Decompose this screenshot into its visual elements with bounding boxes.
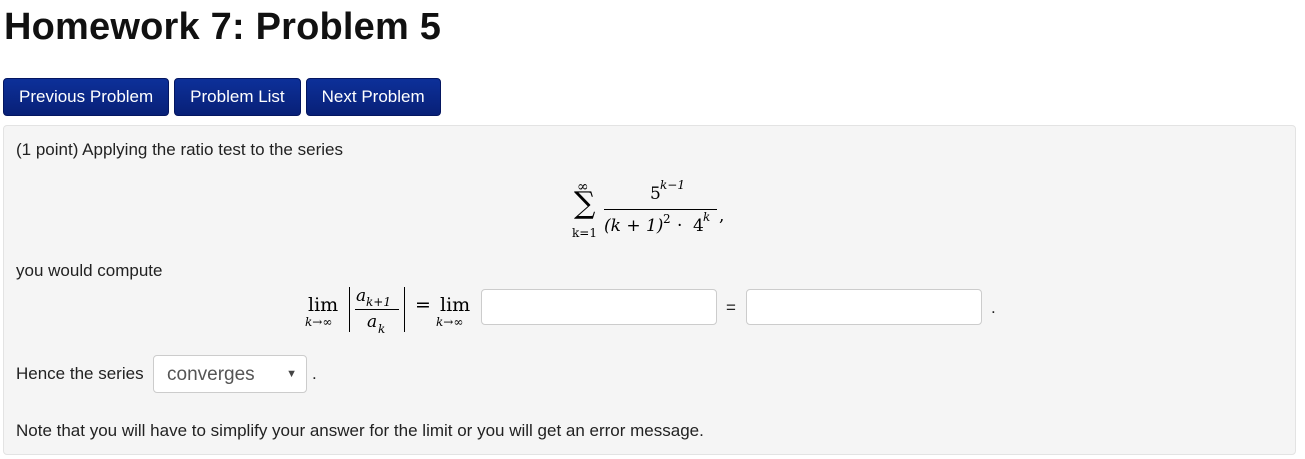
ratio-denominator-subscript: k <box>378 322 386 336</box>
next-problem-button[interactable]: Next Problem <box>305 78 441 116</box>
limit-period: . <box>991 298 996 317</box>
abs-bar-left <box>349 287 350 332</box>
hence-period: . <box>312 364 317 383</box>
limit-word: lim <box>308 294 339 316</box>
abs-bar-right <box>404 287 405 332</box>
series-denominator-base: (k + 1) <box>604 216 664 236</box>
series-denominator-dot: · <box>677 216 683 236</box>
limit-equals: = <box>415 294 431 316</box>
note-text: Note that you will have to simplify your… <box>16 421 704 440</box>
limit-value-input[interactable] <box>746 289 982 325</box>
answer-equals-sign: = <box>726 298 736 317</box>
ratio-denominator: a <box>367 312 378 332</box>
series-numerator-exponent: k−1 <box>660 178 685 192</box>
series-comma: , <box>719 206 725 226</box>
ratio-numerator: a <box>356 286 367 306</box>
problem-panel: (1 point) Applying the ratio test to the… <box>3 125 1296 455</box>
problem-list-button[interactable]: Problem List <box>174 78 301 116</box>
conclusion-select[interactable]: converges ▼ <box>153 355 307 393</box>
conclusion-select-value: converges <box>167 364 255 385</box>
sum-symbol: ∑ <box>574 186 596 221</box>
compute-text: you would compute <box>16 261 163 280</box>
limit-subscript-2: k→∞ <box>436 315 464 329</box>
series-denominator-base-exponent: 2 <box>663 212 671 226</box>
chevron-down-icon: ▼ <box>286 368 297 380</box>
problem-navigation: Previous Problem Problem List Next Probl… <box>3 78 441 116</box>
series-fraction-bar <box>604 209 717 210</box>
limit-subscript: k→∞ <box>305 315 333 329</box>
page-title: Homework 7: Problem 5 <box>4 6 442 48</box>
limit-word-2: lim <box>440 294 471 316</box>
problem-intro-text: (1 point) Applying the ratio test to the… <box>16 140 343 159</box>
ratio-fraction-bar <box>355 309 399 310</box>
hence-text: Hence the series <box>16 364 144 383</box>
series-denominator-factor-exponent: k <box>703 210 711 224</box>
limit-expression-input[interactable] <box>481 289 717 325</box>
previous-problem-button[interactable]: Previous Problem <box>3 78 170 116</box>
ratio-numerator-subscript: k+1 <box>366 295 391 309</box>
sum-lower-limit: k=1 <box>572 226 597 240</box>
